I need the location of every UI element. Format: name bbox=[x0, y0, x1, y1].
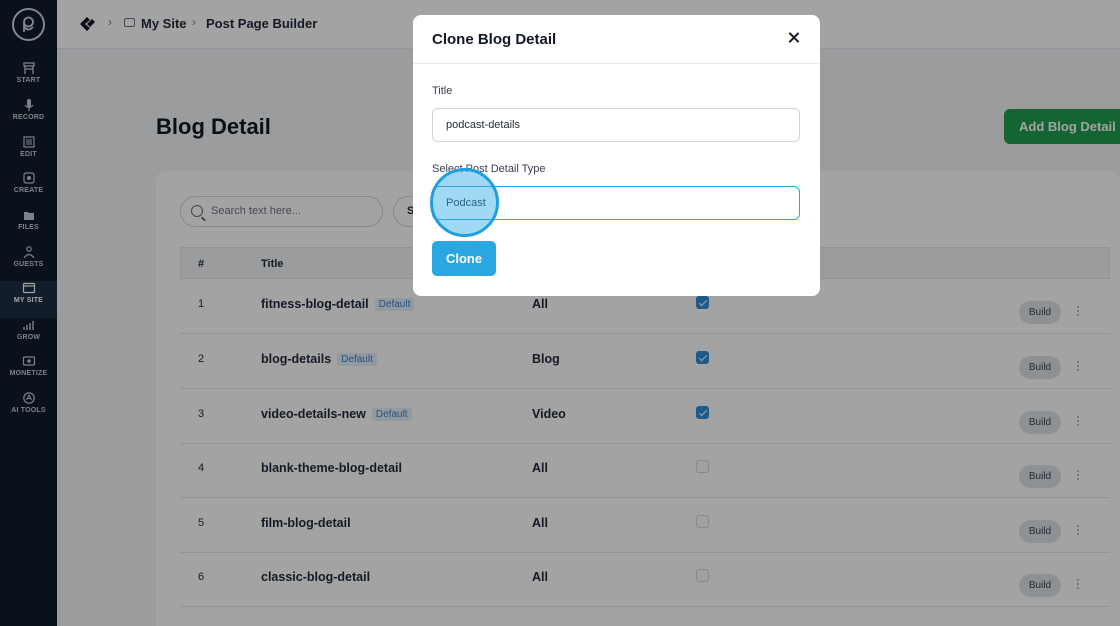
click-indicator bbox=[430, 168, 499, 237]
dialog-title: Clone Blog Detail bbox=[432, 31, 557, 48]
close-icon[interactable] bbox=[787, 31, 801, 45]
clone-button[interactable]: Clone bbox=[432, 241, 496, 276]
dialog-header: Clone Blog Detail bbox=[413, 15, 820, 64]
title-field-label: Title bbox=[432, 85, 453, 97]
title-field[interactable]: podcast-details bbox=[432, 108, 800, 142]
title-field-value: podcast-details bbox=[446, 119, 520, 131]
clone-blog-detail-dialog: Clone Blog Detail Title podcast-details … bbox=[413, 15, 820, 296]
